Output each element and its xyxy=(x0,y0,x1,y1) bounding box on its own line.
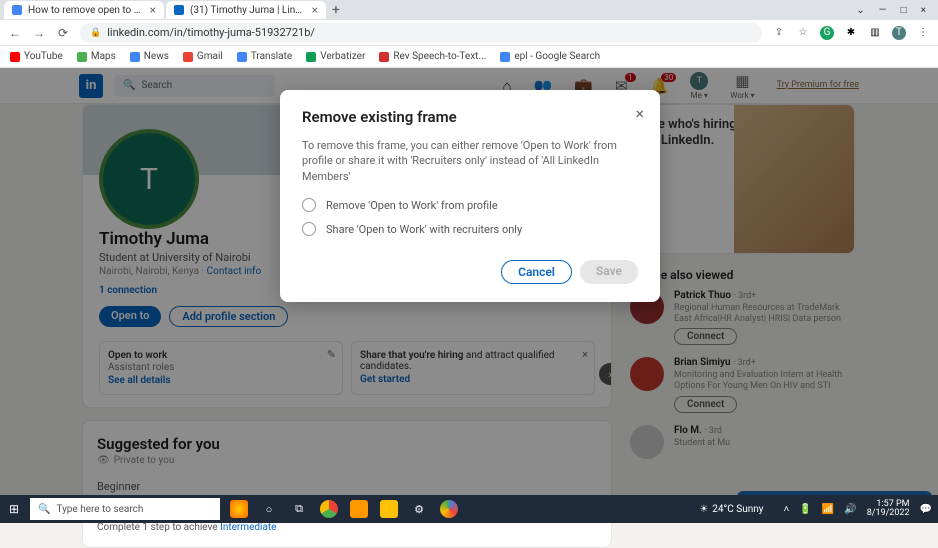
maximize-icon[interactable]: □ xyxy=(901,5,907,16)
task-view-icon[interactable]: ⧉ xyxy=(290,500,308,518)
tab-bar: How to remove open to work c× (31) Timot… xyxy=(0,0,938,20)
new-tab-button[interactable]: + xyxy=(328,2,344,18)
page-viewport: in 🔍Search ⌂ 👥 💼 ✉1 🔔30 TMe ▾ ▦Work ▾ Tr… xyxy=(0,68,938,523)
profile-avatar-icon[interactable]: T xyxy=(892,26,906,40)
forward-icon[interactable]: → xyxy=(32,26,46,40)
windows-taskbar: ⊞ 🔍Type here to search ○ ⧉ ⚙ ☀24°C Sunny… xyxy=(0,495,938,523)
sun-icon: ☀ xyxy=(699,504,708,515)
app-icon[interactable] xyxy=(350,500,368,518)
bookmark-item[interactable]: epl - Google Search xyxy=(500,51,600,62)
volume-icon[interactable]: 🔊 xyxy=(844,504,856,515)
close-icon[interactable]: × xyxy=(312,3,318,17)
bookmark-item[interactable]: Maps xyxy=(77,51,116,62)
intermediate-link[interactable]: Intermediate xyxy=(220,522,276,533)
url-input[interactable]: 🔒linkedin.com/in/timothy-juma-51932721b/ xyxy=(80,23,762,43)
chevron-down-icon[interactable]: ⌄ xyxy=(856,5,864,16)
remove-frame-modal: × Remove existing frame To remove this f… xyxy=(280,90,660,302)
browser-chrome: How to remove open to work c× (31) Timot… xyxy=(0,0,938,68)
taskbar-search[interactable]: 🔍Type here to search xyxy=(30,498,220,520)
bookmark-item[interactable]: Rev Speech-to-Text... xyxy=(379,51,486,62)
reload-icon[interactable]: ⟳ xyxy=(56,26,70,40)
minimize-icon[interactable]: — xyxy=(879,5,887,16)
save-button[interactable]: Save xyxy=(580,260,638,284)
browser-tab[interactable]: (31) Timothy Juma | LinkedIn× xyxy=(166,1,326,19)
search-icon: 🔍 xyxy=(38,504,50,515)
bookmark-item[interactable]: Translate xyxy=(237,51,292,62)
menu-icon[interactable]: ⋮ xyxy=(916,26,930,40)
cortana-icon[interactable]: ○ xyxy=(260,500,278,518)
app-icon[interactable] xyxy=(440,500,458,518)
extensions-icon[interactable]: ✱ xyxy=(844,26,858,40)
chevron-up-icon[interactable]: ˄ xyxy=(784,504,790,515)
star-icon[interactable]: ☆ xyxy=(796,26,810,40)
bookmark-item[interactable]: News xyxy=(130,51,169,62)
weather-widget[interactable]: ☀24°C Sunny xyxy=(699,504,763,515)
bookmark-item[interactable]: Verbatizer xyxy=(306,51,365,62)
start-button[interactable]: ⊞ xyxy=(0,502,28,516)
lock-icon: 🔒 xyxy=(90,28,101,38)
radio-option-recruiters[interactable]: Share 'Open to Work' with recruiters onl… xyxy=(302,222,638,236)
modal-title: Remove existing frame xyxy=(302,108,638,126)
share-icon[interactable]: ⇪ xyxy=(772,26,786,40)
side-panel-icon[interactable]: ▥ xyxy=(868,26,882,40)
bookmark-item[interactable]: Gmail xyxy=(183,51,223,62)
explorer-icon[interactable] xyxy=(380,500,398,518)
back-icon[interactable]: ← xyxy=(8,26,22,40)
settings-icon[interactable]: ⚙ xyxy=(410,500,428,518)
window-controls: ⌄ — □ × xyxy=(856,5,934,16)
app-icon[interactable] xyxy=(230,500,248,518)
notifications-icon[interactable]: 💬 xyxy=(920,504,932,515)
close-window-icon[interactable]: × xyxy=(921,5,926,16)
wifi-icon[interactable]: 📶 xyxy=(822,504,834,515)
bookmarks-bar: YouTube Maps News Gmail Translate Verbat… xyxy=(0,46,938,68)
modal-description: To remove this frame, you can either rem… xyxy=(302,138,638,184)
extension-icon[interactable]: G xyxy=(820,26,834,40)
battery-icon[interactable]: 🔋 xyxy=(799,504,811,515)
radio-option-remove[interactable]: Remove 'Open to Work' from profile xyxy=(302,198,638,212)
radio-icon xyxy=(302,222,316,236)
clock[interactable]: 1:57 PM8/19/2022 xyxy=(867,500,910,518)
bookmark-item[interactable]: YouTube xyxy=(10,51,63,62)
browser-tab[interactable]: How to remove open to work c× xyxy=(4,1,164,19)
close-icon[interactable]: × xyxy=(635,104,644,123)
close-icon[interactable]: × xyxy=(150,3,156,17)
address-bar: ← → ⟳ 🔒linkedin.com/in/timothy-juma-5193… xyxy=(0,20,938,46)
chrome-icon[interactable] xyxy=(320,500,338,518)
cancel-button[interactable]: Cancel xyxy=(501,260,572,284)
radio-icon xyxy=(302,198,316,212)
